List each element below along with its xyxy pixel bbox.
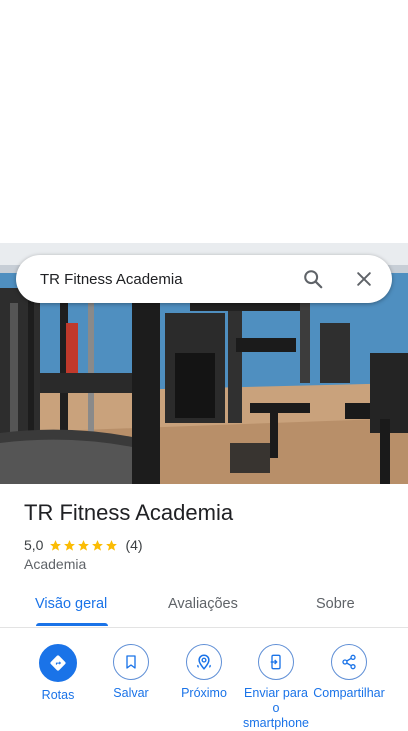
rating-stars [49,539,119,552]
star-icon [106,539,118,551]
save-label: Salvar [113,686,149,700]
send-to-phone-button[interactable]: Enviar para o smartphone [240,644,312,731]
nearby-button[interactable]: Próximo [168,644,240,701]
share-label: Compartilhar [313,686,385,700]
save-button[interactable]: Salvar [95,644,167,701]
star-icon [78,539,90,551]
tab-bar: Visão geral Avaliações Sobre [0,585,408,627]
tab-about[interactable]: Sobre [316,596,355,612]
send-to-phone-label: Enviar para o smartphone [242,686,309,730]
search-input[interactable]: TR Fitness Academia [40,271,300,288]
action-bar: Rotas Salvar Próximo Enviar para o smart… [0,644,408,730]
tabs-divider [0,627,408,628]
share-icon [331,644,367,680]
tab-overview[interactable]: Visão geral [35,596,107,612]
search-icon[interactable] [300,266,326,292]
review-count[interactable]: (4) [125,537,142,553]
share-button[interactable]: Compartilhar [313,644,385,701]
nearby-label: Próximo [181,686,227,700]
directions-label: Rotas [41,688,75,702]
directions-button[interactable]: Rotas [22,644,94,703]
place-title: TR Fitness Academia [24,500,234,525]
send-to-phone-icon [258,644,294,680]
rating-value: 5,0 [24,537,44,553]
active-tab-indicator [36,623,108,626]
star-icon [50,539,62,551]
tab-reviews[interactable]: Avaliações [168,596,238,612]
nearby-icon [186,644,222,680]
star-icon [64,539,76,551]
directions-icon [39,644,77,682]
close-icon[interactable] [351,266,377,292]
search-bar[interactable]: TR Fitness Academia [16,255,392,303]
place-category: Academia [24,556,87,572]
bookmark-icon [113,644,149,680]
map-blank-area [0,0,408,243]
rating-row[interactable]: 5,0 (4) [24,536,143,554]
star-icon [92,539,104,551]
